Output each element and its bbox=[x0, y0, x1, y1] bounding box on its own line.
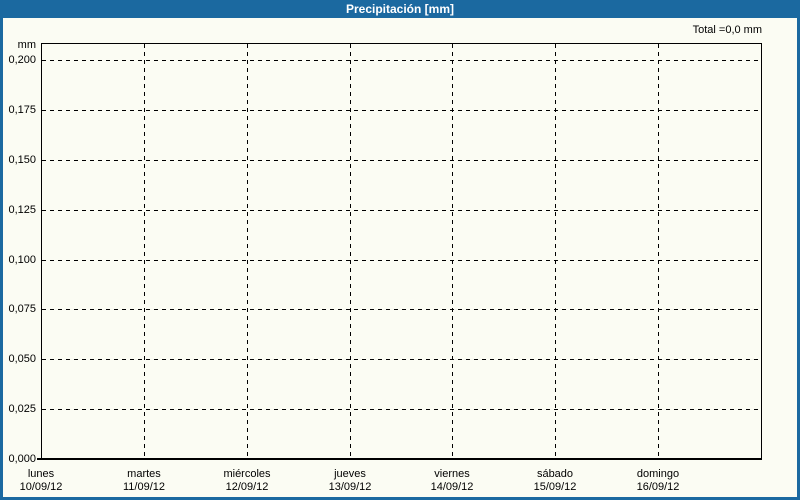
plot-area bbox=[41, 43, 762, 458]
chart-title: Precipitación [mm] bbox=[345, 2, 455, 16]
y-axis-unit-label: mm bbox=[17, 39, 36, 51]
x-axis-line bbox=[37, 458, 762, 460]
chart-title-bar: Precipitación [mm] bbox=[0, 0, 800, 18]
total-precipitation-label: Total =0,0 mm bbox=[692, 24, 762, 36]
